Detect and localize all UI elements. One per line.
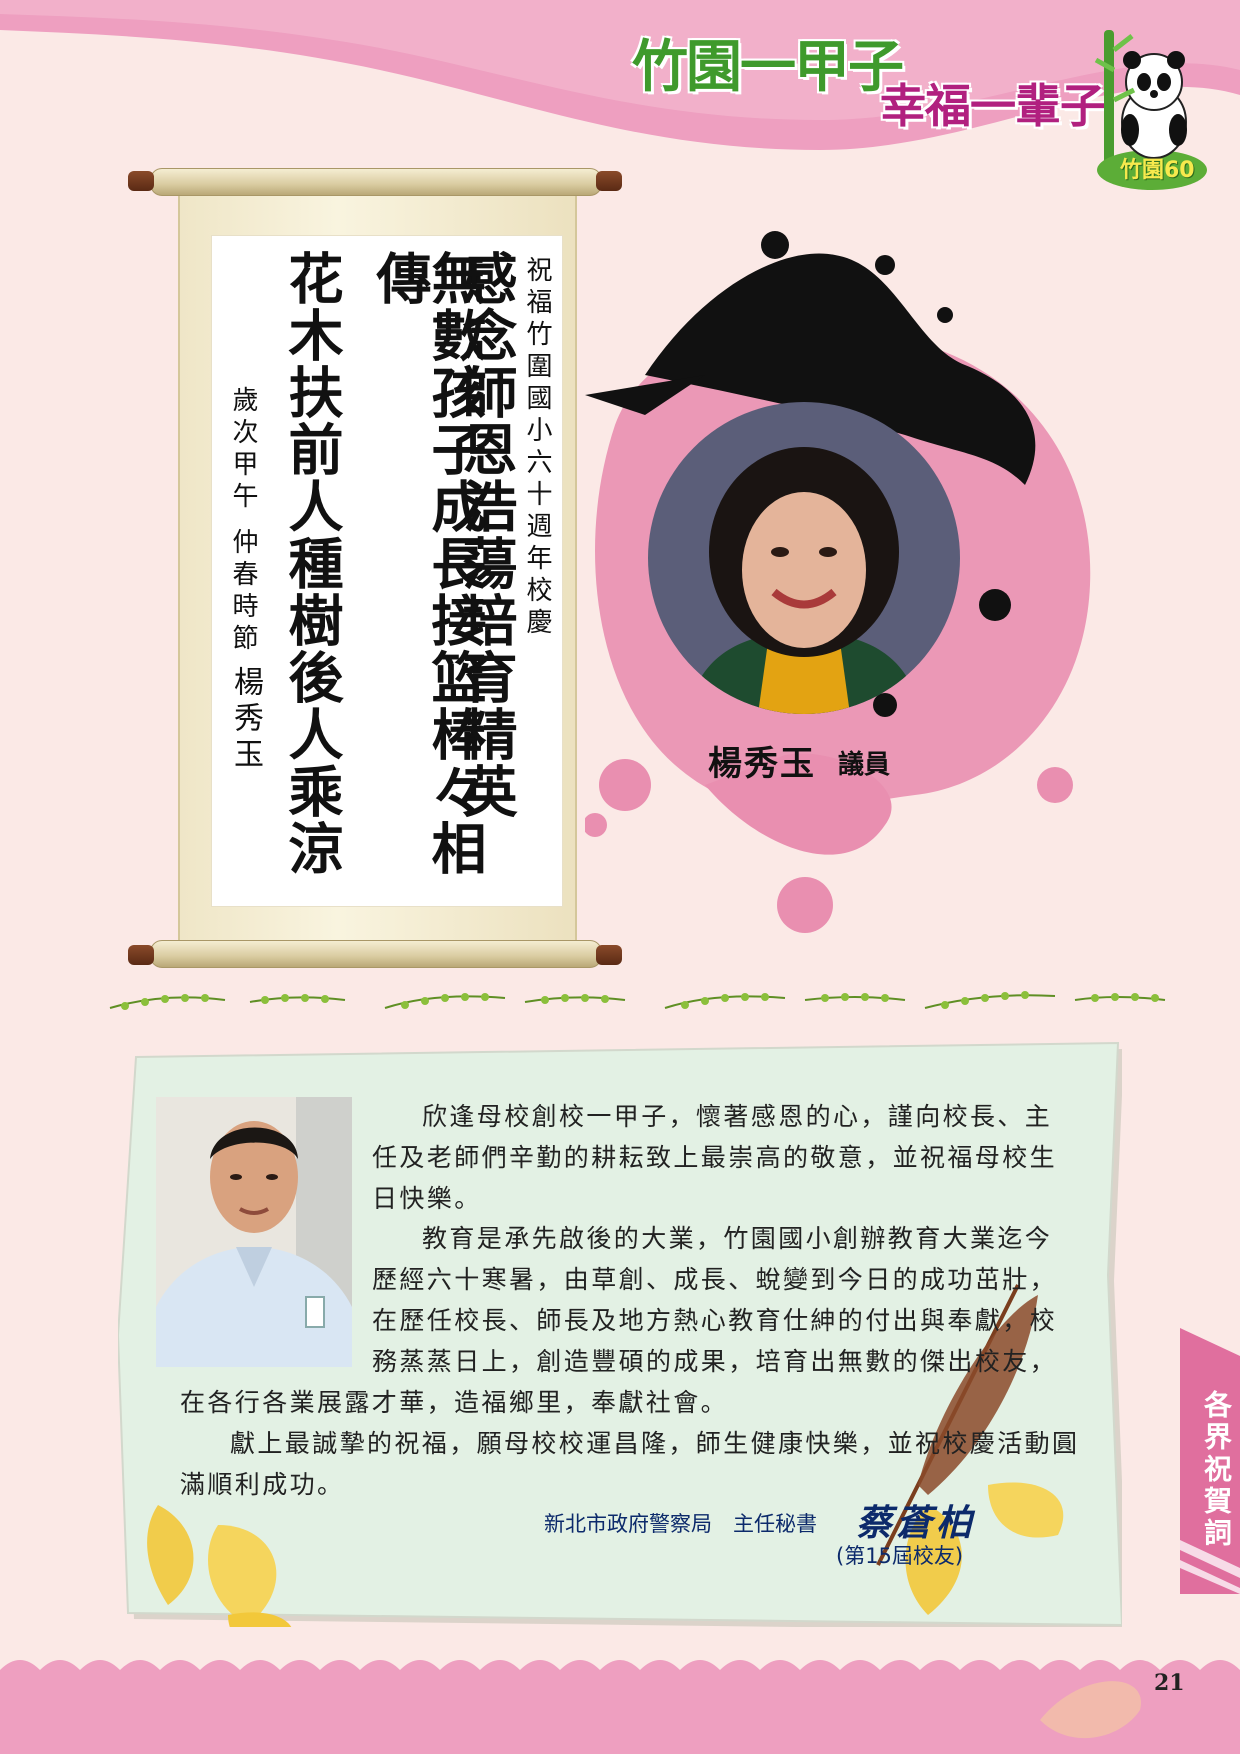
header-title-line2: 幸福一輩子 bbox=[880, 79, 1106, 133]
signer-organization: 新北市政府警察局 主任秘書 bbox=[544, 1512, 817, 1536]
message-paragraph3: 獻上最誠摯的祝福，願母校校運昌隆，師生健康快樂，並祝校慶活動圓 滿順利成功。 bbox=[180, 1423, 1079, 1505]
calligraphy-signature: 楊秀玉 bbox=[228, 666, 263, 774]
side-tab-label: 各界祝賀詞 bbox=[1200, 1390, 1233, 1550]
paragraph1-line: 任及老師們辛勤的耕耘致上最崇高的敬意，並祝福母校生 bbox=[372, 1143, 1058, 1172]
paragraph1-line: 欣逢母校創校一甲子，懷著感恩的心，謹向校長、主 bbox=[422, 1102, 1053, 1131]
message-paragraph1: 欣逢母校創校一甲子，懷著感恩的心，謹向校長、主 任及老師們辛勤的耕耘致上最崇高的… bbox=[372, 1096, 1057, 1219]
paragraph2-line: 歷經六十寒暑，由草創、成長、蛻變到今日的成功茁壯， bbox=[372, 1265, 1058, 1294]
calligraphy-line2: 無數孩子成長接篮棒々相傳 bbox=[367, 250, 487, 877]
calligraphy-scroll: 祝福竹圍國小六十週年校慶 感念師恩浩蕩培育精英 無數孩子成長接篮棒々相傳 花木扶… bbox=[128, 168, 622, 968]
vine-divider bbox=[109, 991, 1166, 1010]
paragraph1-line: 日快樂。 bbox=[372, 1184, 482, 1213]
signer-name: 蔡蒼柏 bbox=[856, 1502, 977, 1544]
calligraphy-line3: 花木扶前人種樹後人乘涼 bbox=[279, 250, 344, 877]
signer-alumni: (第15屆校友) bbox=[836, 1544, 964, 1568]
secretary-photo bbox=[156, 1097, 352, 1367]
paragraph2-line: 教育是承先啟後的大業，竹園國小創辦教育大業迄今 bbox=[422, 1224, 1053, 1253]
paragraph2-line: 務蒸蒸日上，創造豐碩的成果，培育出無數的傑出校友， bbox=[372, 1347, 1058, 1376]
paragraph3-line: 獻上最誠摯的祝福，願母校校運昌隆，師生健康快樂，並祝校慶活動圓 bbox=[230, 1429, 1080, 1458]
paragraph2-line: 在歷任校長、師長及地方熱心教育仕紳的付出與奉獻，校 bbox=[372, 1306, 1058, 1335]
paragraph2-tail: 在各行各業展露才華，造福鄉里，奉獻社會。 bbox=[180, 1388, 729, 1417]
calligraphy-dedication: 祝福竹圍國小六十週年校慶 bbox=[522, 256, 552, 640]
calligraphy-date: 歲次甲午 仲春時節 bbox=[228, 386, 258, 657]
councillor-title: 議員 bbox=[838, 750, 891, 780]
councillor-portrait bbox=[648, 402, 960, 714]
page-number: 21 bbox=[1154, 1670, 1185, 1696]
calligraphy-sheet: 祝福竹圍國小六十週年校慶 感念師恩浩蕩培育精英 無數孩子成長接篮棒々相傳 花木扶… bbox=[212, 236, 562, 906]
header-title-line1: 竹園一甲子 bbox=[632, 35, 904, 100]
message-paragraph2: 教育是承先啟後的大業，竹園國小創辦教育大業迄今 歷經六十寒暑，由草創、成長、蛻變… bbox=[372, 1218, 1057, 1382]
footer-wave bbox=[0, 1660, 1240, 1754]
councillor-name: 楊秀玉 bbox=[708, 744, 816, 784]
mascot-label: 竹園60 bbox=[1120, 158, 1195, 183]
